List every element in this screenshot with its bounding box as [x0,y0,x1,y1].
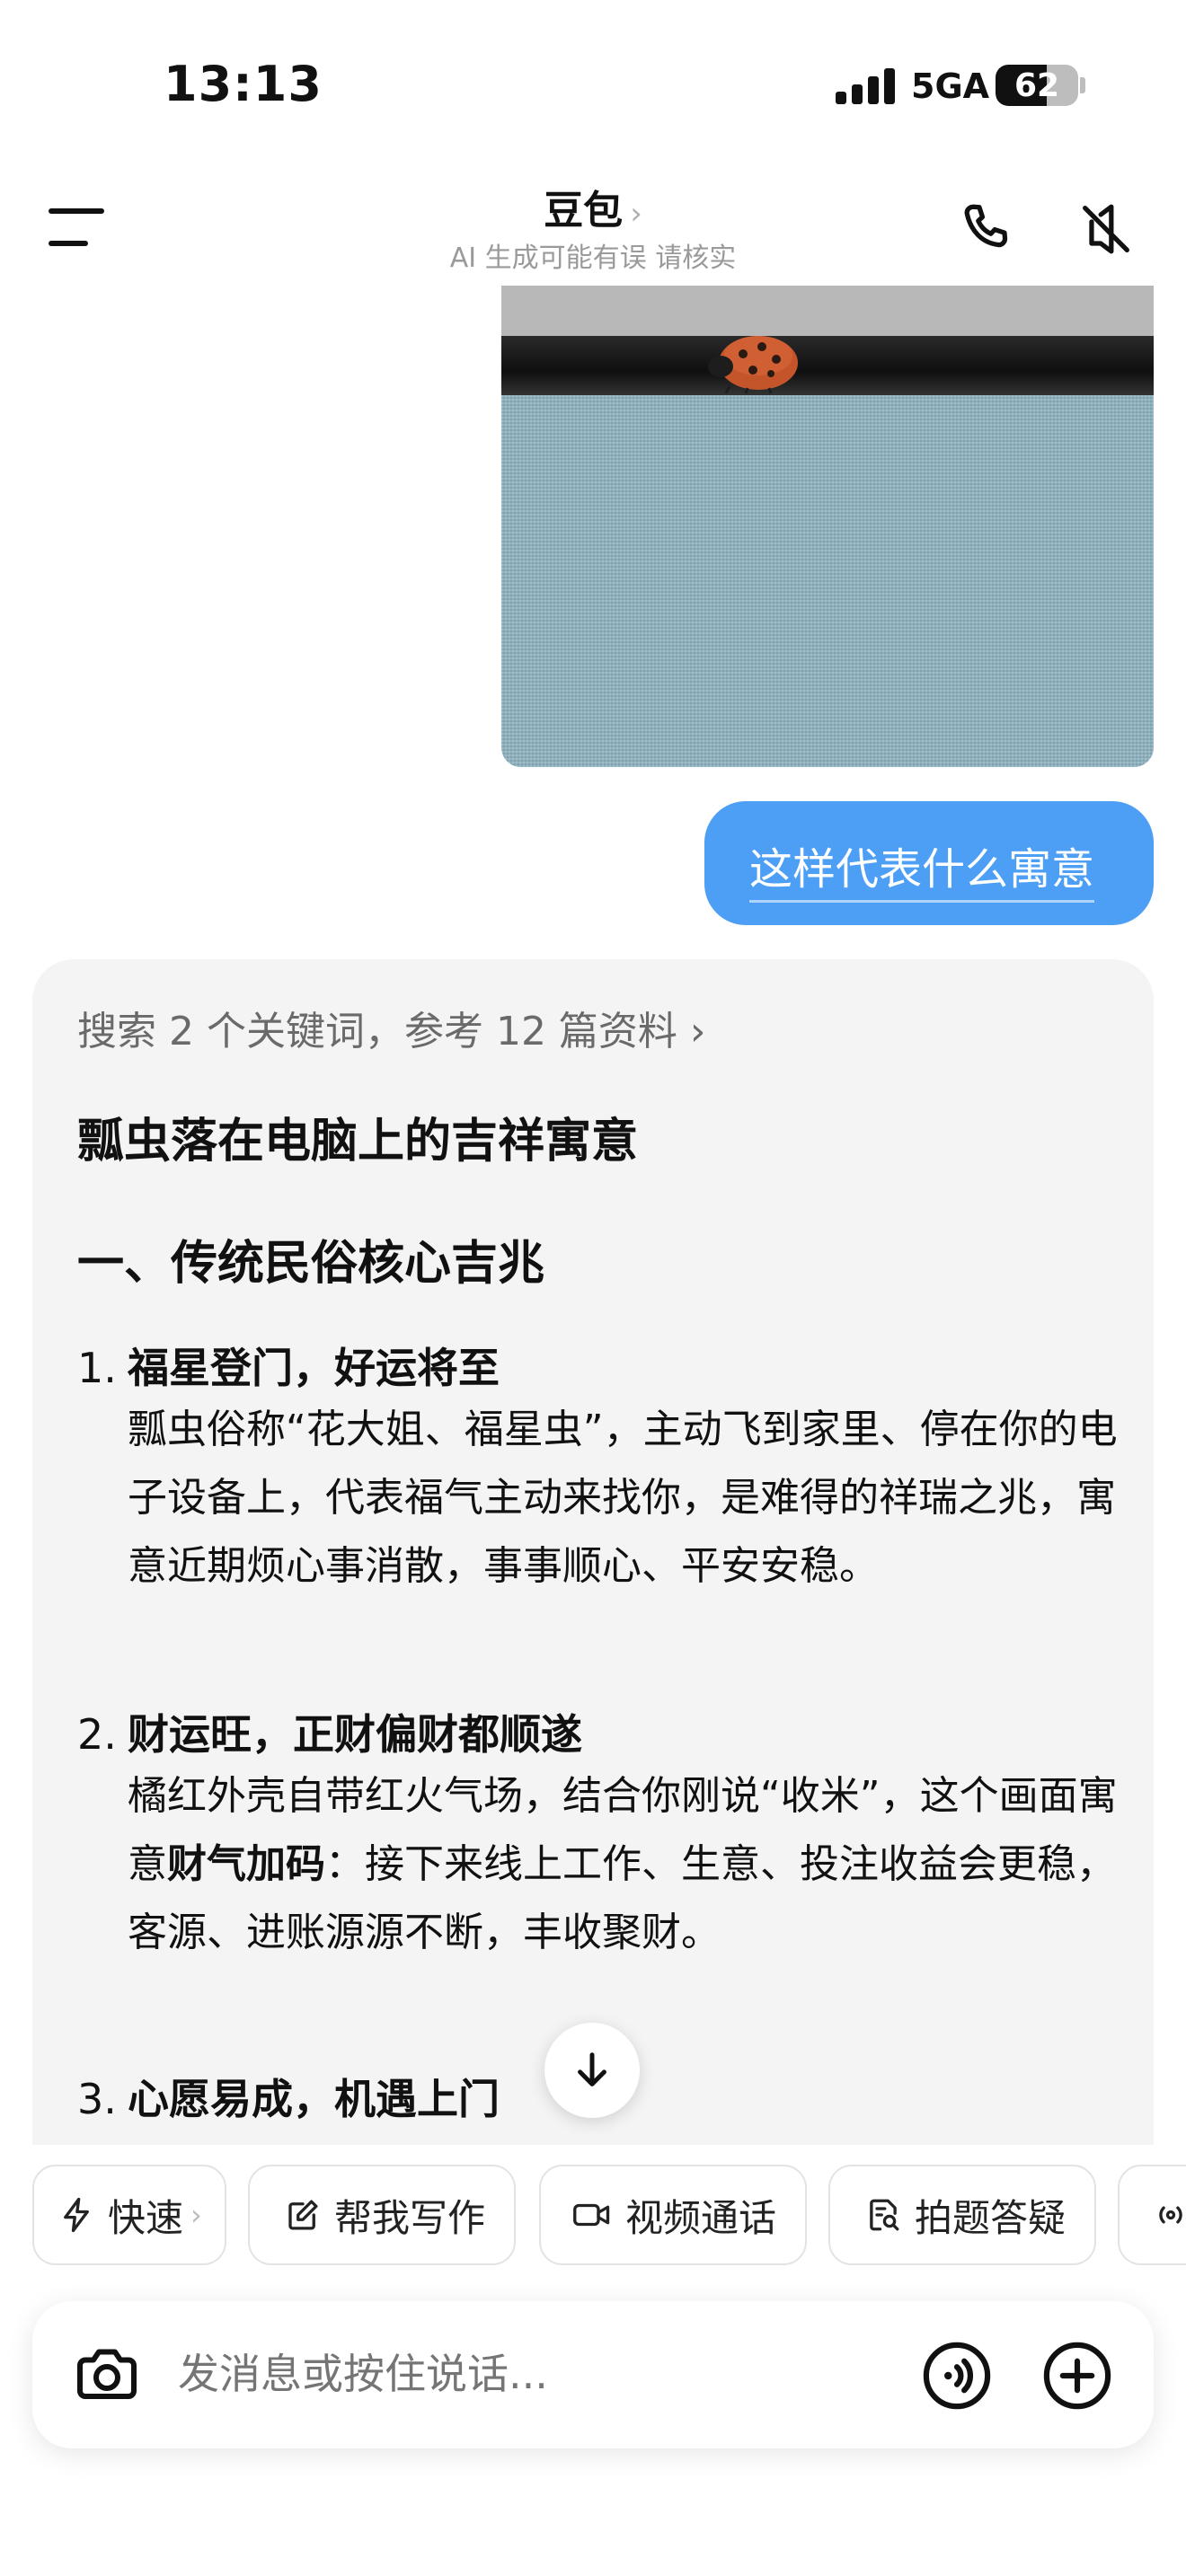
list-item-title: 福星登门，好运将至 [128,1344,500,1392]
chip-quick-mode[interactable]: 快速 › [32,2165,226,2265]
list-item: 2. 财运旺，正财偏财都顺遂 橘红外壳自带红火气场，结合你刚说“收米”，这个画面寓… [77,1707,1137,1967]
chip-label: 帮我写作 [334,2195,486,2240]
list-item-number: 1. [77,1344,117,1392]
arrow-down-icon [578,2052,606,2086]
chat-header: 豆包 › AI 生成可能有误 请核实 [0,171,1186,282]
quick-action-chips: 快速 › 帮我写作 视频通话 拍题答疑 [0,2159,1186,2269]
message-input[interactable] [178,2350,807,2398]
photo-monitor-bezel [501,336,1154,395]
network-type: 5GA [911,66,990,106]
user-photo-message[interactable] [501,286,1154,767]
answer-title: 瓢虫落在电脑上的吉祥寓意 [77,1115,639,1169]
chip-label: 快速 [108,2195,184,2240]
status-time: 13:13 [164,56,323,112]
edit-icon [288,2200,318,2230]
battery-percent: 62 [1013,67,1060,104]
list-item-body: 橘红外壳自带红火气场，结合你刚说“收米”，这个画面寓意财气加码：接下来线上工作、… [128,1762,1134,1967]
scroll-to-bottom-button[interactable] [544,2023,640,2118]
disclaimer-text: AI 生成可能有误 请核实 [449,243,737,274]
chip-photo-question[interactable]: 拍题答疑 [828,2165,1096,2265]
message-input-bar [32,2301,1154,2448]
chip-more[interactable] [1118,2165,1186,2265]
signal-strength-icon [836,66,897,104]
photo-monitor-screen [501,395,1154,767]
scan-doc-icon [870,2199,899,2231]
ladybug-image [708,336,798,393]
chip-label: 拍题答疑 [915,2195,1067,2240]
battery-cap [1080,77,1085,93]
video-icon [573,2203,610,2227]
chevron-right-icon: › [630,196,642,232]
chevron-right-icon: › [190,2198,202,2232]
list-item-number: 2. [77,1710,117,1759]
list-item-body: 瓢虫俗称“花大姐、福星虫”，主动飞到家里、停在你的电子设备上，代表福气主动来找你… [128,1407,1118,1589]
phone-icon[interactable] [956,198,1019,260]
bot-name-label: 豆包 [544,188,624,234]
battery-icon: 62 [996,65,1078,106]
home-indicator-area [0,2497,1186,2576]
camera-icon[interactable] [72,2342,142,2407]
list-item-heading: 1. 福星登门，好运将至 [77,1340,1137,1396]
section-heading: 一、传统民俗核心吉兆 [77,1237,545,1291]
search-references-link[interactable]: 搜索 2 个关键词，参考 12 篇资料 › [77,999,706,1056]
photo-wall [501,286,1154,336]
chip-video-call[interactable]: 视频通话 [539,2165,807,2265]
list-item-body-emphasis: 财气加码 [167,1841,325,1887]
speaker-mute-icon[interactable] [1075,198,1137,260]
chip-label: 视频通话 [625,2195,777,2240]
status-bar: 13:13 5GA 62 [0,0,1186,171]
list-item-number: 3. [77,2075,117,2123]
bot-name[interactable]: 豆包 › [413,178,773,235]
list-item-title: 心愿易成，机遇上门 [128,2075,500,2123]
list-item-title: 财运旺，正财偏财都顺遂 [128,1710,582,1759]
chip-writing[interactable]: 帮我写作 [248,2165,516,2265]
broadcast-icon [1159,2206,1182,2224]
list-item: 1. 福星登门，好运将至 瓢虫俗称“花大姐、福星虫”，主动飞到家里、停在你的电子设… [77,1340,1137,1601]
voice-call-icon[interactable] [922,2341,992,2411]
user-message-bubble[interactable]: 这样代表什么寓意 [704,801,1154,925]
user-message-text: 这样代表什么寓意 [749,834,1095,903]
menu-icon[interactable] [49,201,111,255]
list-item-heading: 2. 财运旺，正财偏财都顺遂 [77,1707,1137,1762]
plus-icon[interactable] [1042,2341,1112,2411]
ai-answer-card: 搜索 2 个关键词，参考 12 篇资料 › 瓢虫落在电脑上的吉祥寓意 一、传统民… [32,959,1154,2145]
lightning-icon [64,2197,89,2233]
